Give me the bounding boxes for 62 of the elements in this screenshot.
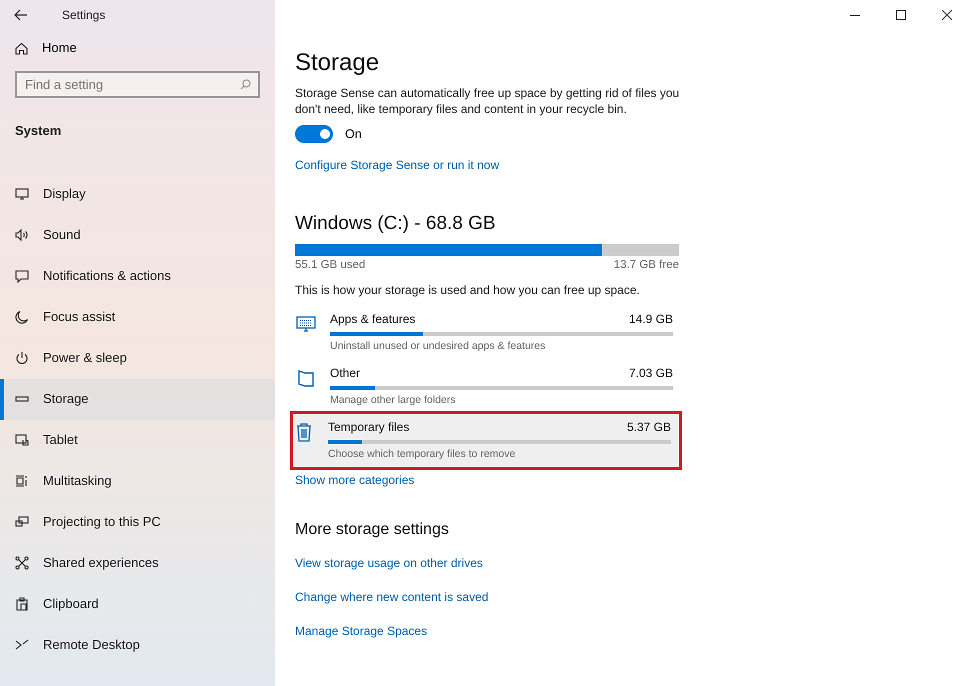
drive-title: Windows (C:) - 68.8 GB (295, 212, 496, 236)
free-label: 13.7 GB free (614, 258, 679, 272)
category-hint: Uninstall unused or undesired apps & features (330, 340, 546, 353)
power-icon (15, 351, 29, 365)
sidebar-item[interactable]: Display (0, 174, 275, 214)
show-more-link[interactable]: Show more categories (295, 472, 414, 488)
usage-note: This is how your storage is used and how you can free up space. (295, 282, 640, 298)
section-heading: System (14, 122, 62, 140)
window-title: Settings (62, 7, 106, 24)
configure-link[interactable]: Configure Storage Sense or run it now (295, 156, 500, 174)
moon-icon (15, 310, 29, 324)
category-size: 14.9 GB (628, 312, 673, 327)
storage-category[interactable]: Other 7.03 GB Manage other large folders (295, 360, 681, 413)
settings-link[interactable]: Change where new content is saved (295, 590, 488, 605)
page-title: Storage (295, 48, 380, 78)
category-name: Apps & features (330, 312, 416, 327)
speech-bubble-icon (15, 269, 29, 283)
sidebar-item[interactable]: Shared experiences (0, 542, 275, 584)
trash-icon (294, 422, 314, 442)
toggle-label: On (345, 126, 362, 143)
used-label: 55.1 GB used (295, 258, 366, 272)
storage-category[interactable]: Temporary files 5.37 GB Choose which temporary files to remove (293, 414, 679, 467)
home-link[interactable]: Home (15, 38, 77, 58)
search-field[interactable]: Find a setting (15, 71, 260, 98)
projecting-icon (15, 515, 29, 529)
sidebar-item[interactable]: Notifications & actions (0, 256, 275, 296)
network-icon (15, 556, 29, 570)
remote-desktop-icon (15, 638, 29, 652)
sidebar-item[interactable]: Focus assist (0, 296, 275, 338)
multitasking-icon (15, 474, 29, 488)
sidebar-item[interactable]: Storage (0, 378, 275, 420)
category-hint: Choose which temporary files to remove (328, 448, 516, 461)
sidebar-item[interactable]: Projecting to this PC (0, 502, 275, 542)
storage-category[interactable]: Apps & features 14.9 GB Uninstall unused or undesired apps & features (295, 306, 681, 359)
section-title: More storage settings (295, 520, 449, 540)
keyboard-monitor-icon (296, 314, 316, 334)
category-size: 7.03 GB (628, 366, 673, 381)
back-arrow-icon[interactable] (14, 9, 28, 21)
tablet-icon (15, 433, 29, 447)
minimize-icon (850, 14, 860, 16)
toggle-switch[interactable] (295, 125, 333, 144)
home-icon (15, 42, 28, 54)
folder-icon (296, 368, 316, 388)
sidebar-item[interactable]: Power & sleep (0, 338, 275, 378)
sidebar-item[interactable]: Multitasking (0, 460, 275, 502)
description-text: Storage Sense can automatically free up space by getting rid of files you don't need, like temporary files and content in your recycle bin. (295, 85, 680, 117)
category-name: Temporary files (328, 420, 410, 435)
close-icon (942, 10, 952, 20)
monitor-icon (15, 187, 29, 201)
sidebar-item[interactable]: Clipboard (0, 584, 275, 624)
category-name: Other (330, 366, 360, 381)
speaker-icon (15, 228, 29, 242)
sidebar-item[interactable]: Remote Desktop (0, 624, 275, 666)
sidebar-item[interactable]: Tablet (0, 420, 275, 460)
sidebar-item[interactable]: Sound (0, 214, 275, 256)
settings-link[interactable]: Manage Storage Spaces (295, 624, 428, 639)
category-hint: Manage other large folders (330, 394, 456, 407)
search-icon (240, 79, 251, 90)
clipboard-icon (15, 597, 29, 611)
maximize-icon (896, 10, 906, 20)
category-size: 5.37 GB (626, 420, 671, 435)
settings-link[interactable]: View storage usage on other drives (295, 556, 483, 571)
